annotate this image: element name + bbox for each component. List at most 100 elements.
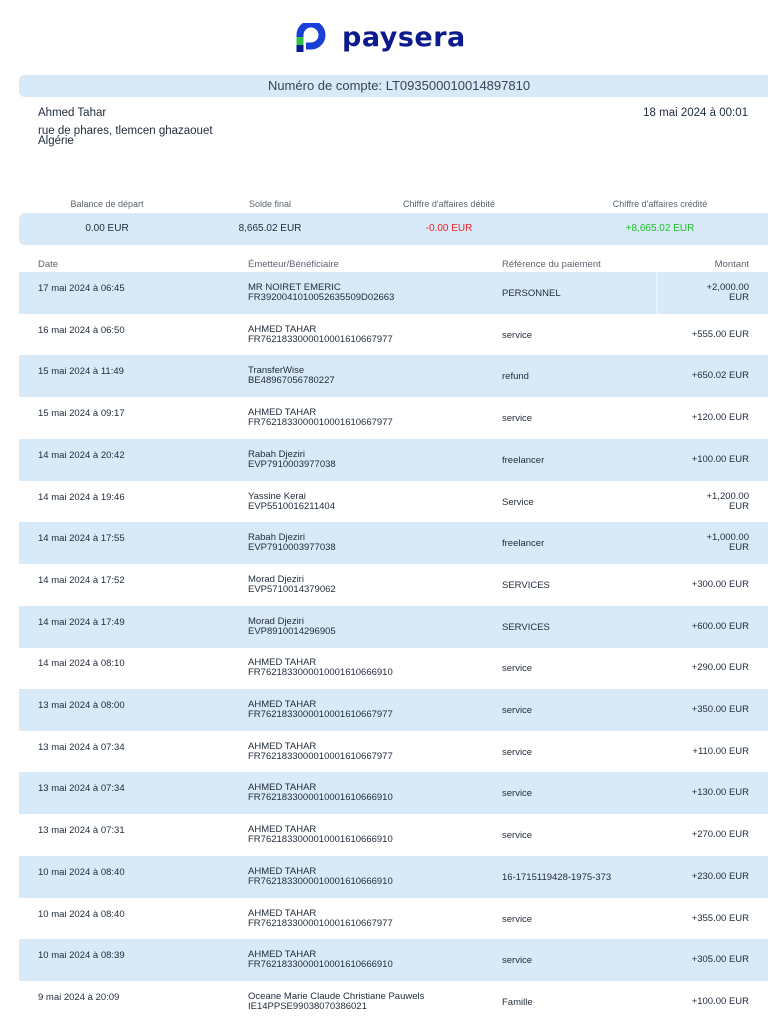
amount-currency: EUR: [728, 954, 749, 966]
holder-address: rue de phares, tlemcen ghazaouet Algérie: [38, 125, 213, 147]
summary-header-opening: Balance de départ: [70, 199, 144, 209]
summary-credited: +8,665.02 EUR: [625, 223, 695, 234]
row-amount: +1,200.00 EUR: [659, 491, 749, 512]
table-row: 13 mai 2024 à 07:31 AHMED TAHAR FR76218330…: [19, 814, 768, 856]
row-date: 14 mai 2024 à 20:42: [38, 449, 125, 461]
counterparty-account: EVP7910003977038: [248, 458, 336, 470]
row-counterparty: AHMED TAHAR FR7621833000010001610667977: [248, 741, 393, 762]
row-date: 13 mai 2024 à 07:34: [38, 741, 125, 753]
row-counterparty: AHMED TAHAR FR7621833000010001610666910: [248, 866, 393, 887]
amount-value: +350.00: [691, 704, 727, 715]
table-row: 15 mai 2024 à 09:17 AHMED TAHAR FR76218330…: [19, 397, 768, 439]
counterparty-account: EVP5710014379062: [248, 583, 336, 595]
amount-currency: EUR: [728, 662, 749, 674]
counterparty-account: FR7621833000010001610667977: [248, 417, 393, 429]
row-date: 15 mai 2024 à 09:17: [38, 408, 125, 420]
address-line-2: Algérie: [38, 135, 74, 147]
amount-value: +110.00: [692, 745, 727, 757]
table-row: 10 mai 2024 à 08:40 AHMED TAHAR FR76218330…: [19, 898, 768, 940]
amount-currency: EUR: [728, 745, 749, 757]
summary-header-debited: Chiffre d'affaires débité: [403, 199, 495, 209]
row-date: 15 mai 2024 à 11:49: [38, 366, 124, 378]
row-date: 13 mai 2024 à 07:34: [38, 783, 125, 795]
row-counterparty: AHMED TAHAR FR7621833000010001610667977: [248, 700, 393, 720]
counterparty-account: FR7621833000010001610666910: [248, 875, 393, 887]
amount-currency: EUR: [728, 995, 749, 1007]
summary-header-credited: Chiffre d'affaires crédité: [612, 199, 708, 209]
amount-value: +130.00: [691, 787, 727, 799]
summary-closing-balance: 8,665.02 EUR: [238, 223, 302, 234]
amount-value: +230.00: [691, 870, 727, 882]
row-date: 14 mai 2024 à 17:55: [38, 533, 125, 545]
row-counterparty: Morad Djeziri EVP8910014296905: [248, 616, 336, 637]
row-amount: +270.00 EUR: [659, 830, 749, 840]
counterparty-account: FR7621833000010001610667977: [248, 333, 393, 345]
row-amount: +100.00 EUR: [659, 995, 749, 1007]
table-row: 14 mai 2024 à 17:49 Morad Djeziri EVP89100…: [19, 605, 768, 648]
row-date: 13 mai 2024 à 07:31: [38, 825, 125, 837]
column-header-reference: Référence du paiement: [502, 259, 601, 270]
amount-currency: EUR: [728, 578, 749, 590]
row-reference: service: [502, 746, 533, 758]
row-date: 10 mai 2024 à 08:40: [38, 866, 125, 878]
row-reference: service: [502, 329, 533, 341]
row-amount: +2,000.00 EUR: [659, 283, 749, 303]
table-row: 14 mai 2024 à 17:52 Morad Djeziri EVP57100…: [19, 564, 768, 606]
amount-currency: EUR: [728, 787, 749, 799]
column-header-counterparty: Émetteur/Bénéficiaire: [248, 259, 339, 270]
table-row: 13 mai 2024 à 08:00 AHMED TAHAR FR76218330…: [19, 689, 768, 731]
counterparty-account: FR7621833000010001610666910: [248, 959, 393, 971]
counterparty-account: FR7621833000010001610666910: [248, 792, 393, 804]
row-reference: service: [502, 663, 533, 675]
row-date: 10 mai 2024 à 08:40: [38, 908, 125, 920]
counterparty-account: FR7621833000010001610667977: [248, 917, 393, 929]
counterparty-account: FR7621833000010001610667977: [248, 709, 393, 720]
account-number: Numéro de compte: LT093500010014897810: [19, 75, 768, 97]
row-date: 14 mai 2024 à 17:52: [38, 574, 125, 586]
table-row: 13 mai 2024 à 07:34 AHMED TAHAR FR76218330…: [19, 772, 768, 815]
statement-date: 18 mai 2024 à 00:01: [643, 107, 748, 119]
column-header-date: Date: [38, 259, 59, 270]
counterparty-account: IE14PPSE99038070386021: [248, 1000, 367, 1012]
row-counterparty: Rabah Djeziri EVP7910003977038: [248, 533, 336, 553]
summary-debited: -0.00 EUR: [425, 223, 473, 234]
counterparty-account: FR7621833000010001610666910: [248, 834, 393, 846]
summary-header-closing: Solde final: [248, 199, 292, 209]
row-amount: +230.00 EUR: [659, 870, 749, 882]
row-date: 9 mai 2024 à 20:09: [38, 991, 120, 1003]
row-date: 10 mai 2024 à 08:39: [38, 950, 125, 962]
amount-currency: EUR: [728, 292, 749, 303]
row-date: 16 mai 2024 à 06:50: [38, 324, 125, 336]
row-amount: +650.02 EUR: [659, 371, 749, 381]
table-row: 15 mai 2024 à 11:49 TransferWise BE4896705…: [19, 355, 768, 398]
counterparty-account: EVP7910003977038: [248, 542, 336, 554]
counterparty-account: BE48967056780227: [248, 375, 335, 387]
counterparty-account: FR7621833000010001610666910: [248, 667, 393, 679]
row-counterparty: Yassine Kerai EVP5510016211404: [248, 490, 335, 512]
amount-value: +555.00: [691, 328, 727, 340]
table-row: 14 mai 2024 à 19:46 Yassine Kerai EVP55100…: [19, 481, 768, 523]
row-counterparty: MR NOIRET EMERIC FR3920041010052635509D02…: [248, 283, 394, 303]
amount-value: +100.00: [691, 453, 727, 465]
row-amount: +290.00 EUR: [659, 663, 749, 673]
row-reference: SERVICES: [502, 621, 550, 633]
cell-divider: [656, 272, 658, 314]
row-reference: Service: [502, 496, 534, 508]
paysera-logo: paysera: [296, 22, 466, 53]
row-counterparty: AHMED TAHAR FR7621833000010001610666910: [248, 658, 393, 678]
row-date: 17 mai 2024 à 06:45: [38, 283, 125, 294]
table-row: 17 mai 2024 à 06:45 MR NOIRET EMERIC FR392…: [19, 272, 768, 314]
paysera-logo-icon: [296, 22, 326, 52]
holder-name: Ahmed Tahar: [38, 107, 107, 119]
amount-currency: EUR: [728, 620, 749, 632]
row-amount: +355.00 EUR: [659, 913, 749, 924]
amount-currency: EUR: [728, 704, 749, 715]
amount-value: +100.00: [691, 995, 727, 1007]
summary-opening-balance: 0.00 EUR: [85, 223, 129, 234]
counterparty-account: EVP5510016211404: [248, 500, 335, 512]
counterparty-name: Yassine Kerai: [248, 490, 306, 502]
row-reference: service: [502, 788, 533, 800]
row-counterparty: AHMED TAHAR FR7621833000010001610667977: [248, 408, 393, 428]
row-amount: +305.00 EUR: [659, 955, 749, 965]
row-counterparty: AHMED TAHAR FR7621833000010001610666910: [248, 950, 393, 970]
